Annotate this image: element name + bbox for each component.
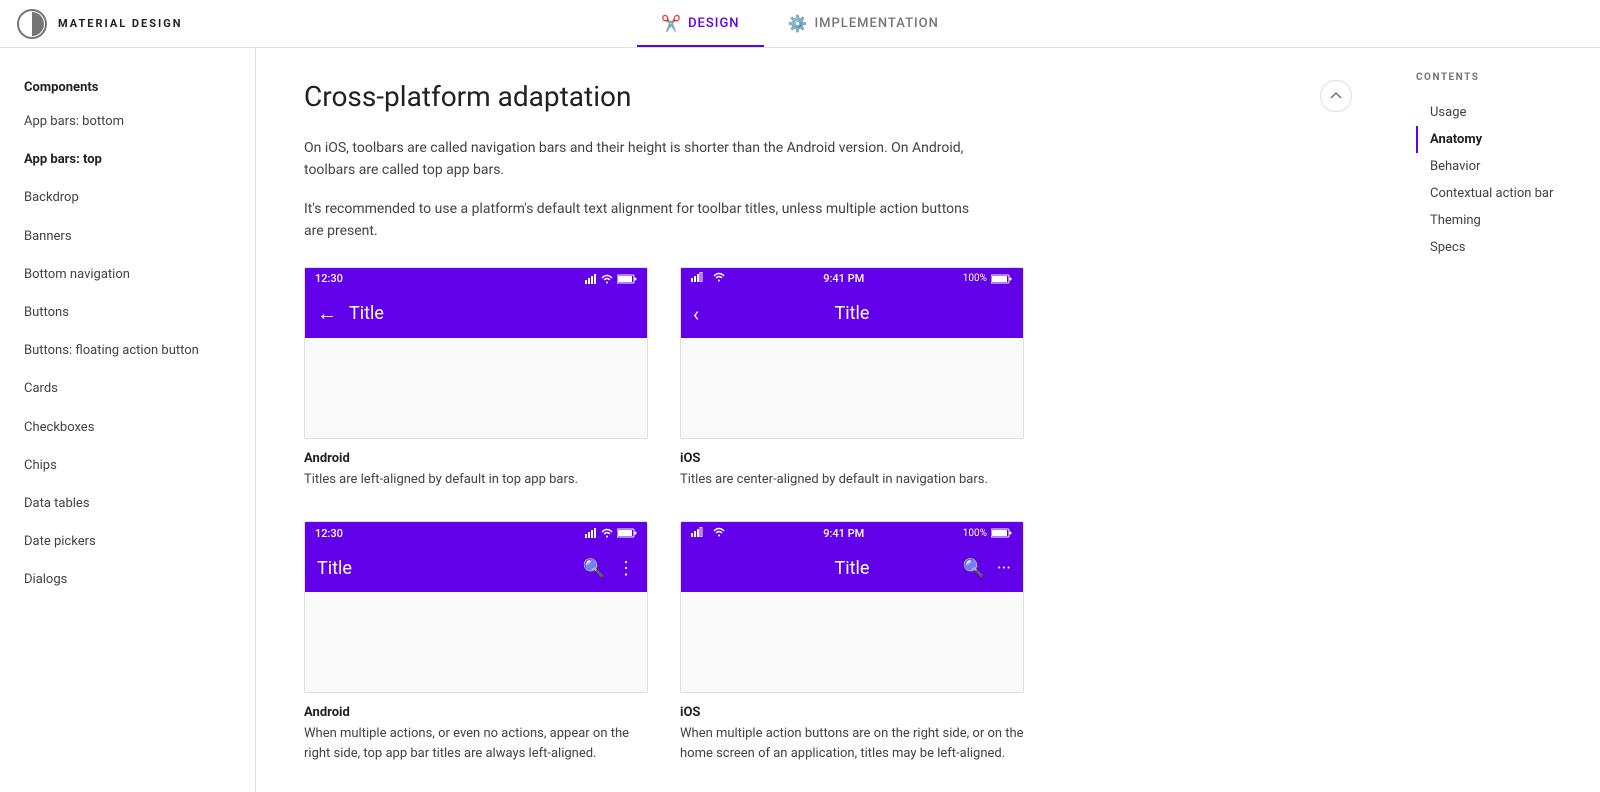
mockup-android-1: 12:30: [304, 267, 648, 490]
sidebar-item-cards[interactable]: Cards: [0, 370, 255, 408]
mockup-desc-ios-1: Titles are center-aligned by default in …: [680, 470, 1024, 490]
battery-ios-icon-2: [991, 528, 1013, 538]
sidebar-item-checkboxes[interactable]: Checkboxes: [0, 409, 255, 447]
battery-icon-2: [617, 528, 637, 538]
signal-bars-icon-2: [691, 527, 707, 537]
logo-text: MATERIAL DESIGN: [58, 17, 182, 30]
status-bar-ios-1: 9:41 PM 100%: [681, 268, 1023, 290]
mockup-label-ios-2: iOS: [680, 705, 1024, 720]
mockup-label-android-1: Android: [304, 451, 648, 466]
content-area: Cross-platform adaptation On iOS, toolba…: [256, 48, 1400, 792]
wifi-ios-icon-2: [713, 527, 725, 537]
sidebar-item-backdrop[interactable]: Backdrop: [0, 179, 255, 217]
more-vert-icon: ⋮: [617, 558, 635, 579]
phone-mockup-ios-2: 9:41 PM 100% Title: [680, 521, 1024, 693]
signal-icon: [585, 274, 597, 284]
wifi-icon-2: [601, 528, 613, 538]
toc-item-theming[interactable]: Theming: [1416, 207, 1584, 234]
logo: MATERIAL DESIGN: [16, 8, 182, 40]
toolbar-android-1: ← Title: [305, 290, 647, 338]
mockup-ios-2: 9:41 PM 100% Title: [680, 521, 1024, 763]
phone-body-android-2: [305, 592, 647, 692]
phone-body-ios-1: [681, 338, 1023, 438]
tab-design[interactable]: ✂️ DESIGN: [637, 0, 763, 47]
toolbar-title-ios-1: Title: [835, 303, 870, 324]
toc-item-behavior[interactable]: Behavior: [1416, 153, 1584, 180]
mockups-grid: 12:30: [304, 267, 1024, 764]
toc-item-contextual-action-bar[interactable]: Contextual action bar: [1416, 180, 1584, 207]
battery-ios-icon: [991, 274, 1013, 284]
mockup-desc-ios-2: When multiple action buttons are on the …: [680, 724, 1024, 763]
top-nav: MATERIAL DESIGN ✂️ DESIGN ⚙️ IMPLEMENTAT…: [0, 0, 1600, 48]
back-arrow-ios-icon: ‹: [693, 302, 699, 326]
sidebar-item-app-bars-bottom[interactable]: App bars: bottom: [0, 103, 255, 141]
toolbar-title-android-1: Title: [349, 303, 384, 324]
sidebar-item-banners[interactable]: Banners: [0, 218, 255, 256]
mockup-desc-android-2: When multiple actions, or even no action…: [304, 724, 648, 763]
wifi-ios-icon: [713, 272, 725, 282]
battery-icon: [617, 274, 637, 284]
sidebar-item-data-tables[interactable]: Data tables: [0, 485, 255, 523]
tab-implementation[interactable]: ⚙️ IMPLEMENTATION: [764, 0, 963, 47]
chevron-up-icon: [1329, 89, 1343, 103]
page-title: Cross-platform adaptation: [304, 80, 1352, 113]
toc: CONTENTS Usage Anatomy Behavior Contextu…: [1400, 48, 1600, 792]
search-icon: 🔍: [583, 558, 605, 579]
body-text-1: On iOS, toolbars are called navigation b…: [304, 137, 984, 182]
status-bar-ios-2: 9:41 PM 100%: [681, 522, 1023, 544]
mockup-desc-android-1: Titles are left-aligned by default in to…: [304, 470, 648, 490]
tab-group: ✂️ DESIGN ⚙️ IMPLEMENTATION: [637, 0, 963, 47]
back-arrow-icon: ←: [317, 301, 337, 326]
main-layout: Components App bars: bottom App bars: to…: [0, 48, 1600, 792]
implementation-icon: ⚙️: [788, 14, 809, 33]
sidebar-item-date-pickers[interactable]: Date pickers: [0, 523, 255, 561]
search-ios-icon: 🔍: [962, 558, 984, 579]
toolbar-actions-android-2: 🔍 ⋮: [583, 558, 635, 579]
status-bar-android-2: 12:30: [305, 522, 647, 544]
phone-mockup-android-1: 12:30: [304, 267, 648, 439]
toc-title: CONTENTS: [1416, 72, 1584, 83]
sidebar-item-bottom-navigation[interactable]: Bottom navigation: [0, 256, 255, 294]
sidebar-item-buttons[interactable]: Buttons: [0, 294, 255, 332]
wifi-icon: [601, 274, 613, 284]
sidebar: Components App bars: bottom App bars: to…: [0, 48, 256, 792]
toolbar-android-2: Title 🔍 ⋮: [305, 544, 647, 592]
mockup-android-2: 12:30: [304, 521, 648, 763]
toolbar-title-ios-2: Title: [835, 558, 870, 579]
phone-body-android-1: [305, 338, 647, 438]
design-icon: ✂️: [661, 14, 682, 33]
sidebar-item-chips[interactable]: Chips: [0, 447, 255, 485]
toc-item-specs[interactable]: Specs: [1416, 234, 1584, 261]
toc-item-usage[interactable]: Usage: [1416, 99, 1584, 126]
phone-mockup-android-2: 12:30: [304, 521, 648, 693]
toolbar-ios-2: Title 🔍 ···: [681, 544, 1023, 592]
signal-icon-2: [585, 528, 597, 538]
status-bar-android-1: 12:30: [305, 268, 647, 290]
phone-mockup-ios-1: 9:41 PM 100% ‹ Title: [680, 267, 1024, 439]
logo-icon: [16, 8, 48, 40]
mockup-label-ios-1: iOS: [680, 451, 1024, 466]
phone-body-ios-2: [681, 592, 1023, 692]
sidebar-section-title: Components: [0, 64, 255, 103]
collapse-button[interactable]: [1320, 80, 1352, 112]
sidebar-item-dialogs[interactable]: Dialogs: [0, 561, 255, 599]
more-horiz-icon: ···: [997, 558, 1011, 579]
toc-item-anatomy[interactable]: Anatomy: [1416, 126, 1584, 153]
toolbar-ios-1: ‹ Title: [681, 290, 1023, 338]
sidebar-item-buttons-fab[interactable]: Buttons: floating action button: [0, 332, 255, 370]
toolbar-title-android-2: Title: [317, 558, 352, 579]
signal-bars-icon: [691, 272, 707, 282]
toolbar-actions-ios-2: 🔍 ···: [962, 558, 1011, 579]
sidebar-item-app-bars-top[interactable]: App bars: top: [0, 141, 255, 179]
body-text-2: It's recommended to use a platform's def…: [304, 198, 984, 243]
mockup-label-android-2: Android: [304, 705, 648, 720]
mockup-ios-1: 9:41 PM 100% ‹ Title: [680, 267, 1024, 490]
